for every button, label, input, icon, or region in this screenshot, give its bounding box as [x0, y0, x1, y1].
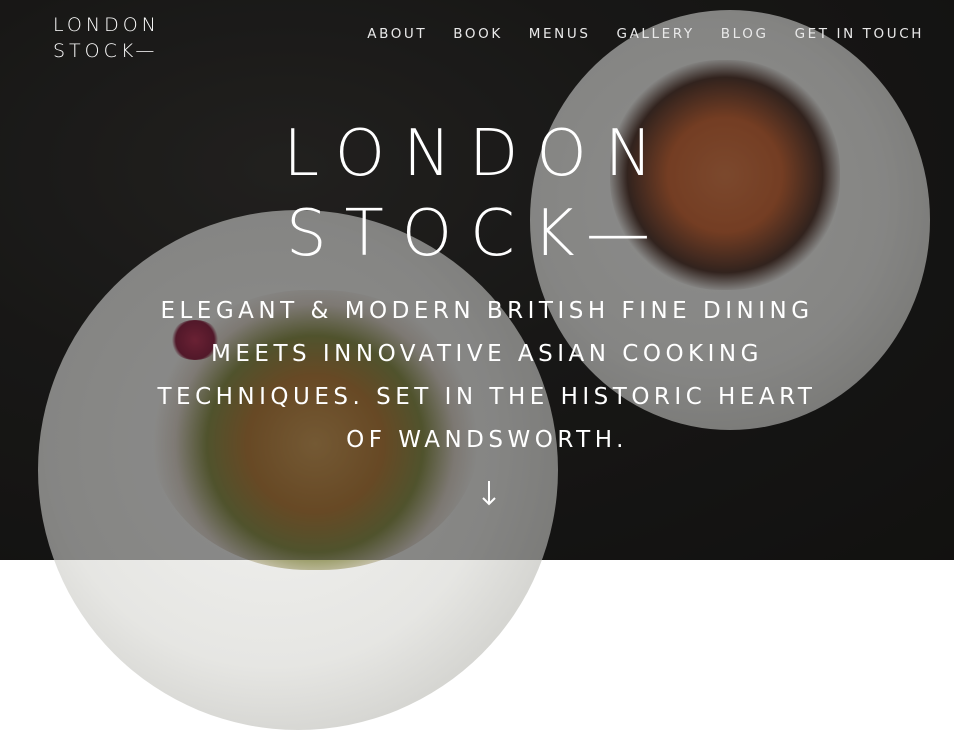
arrow-down-icon[interactable] — [477, 478, 501, 508]
dark-overlay — [0, 0, 954, 560]
nav-get-in-touch[interactable]: GET IN TOUCH — [795, 25, 924, 43]
site-logo[interactable]: LONDON STOCK— — [53, 12, 160, 64]
hero-title-line-1: LONDON — [283, 117, 671, 191]
logo-line-1: LONDON — [53, 14, 160, 36]
nav-book[interactable]: BOOK — [453, 25, 503, 43]
hero-title-line-2: STOCK— — [285, 197, 669, 271]
nav-about[interactable]: ABOUT — [367, 25, 427, 43]
logo-line-2: STOCK— — [53, 40, 159, 62]
hero-tagline: ELEGANT & MODERN BRITISH FINE DINING MEE… — [157, 298, 817, 453]
nav-blog[interactable]: BLOG — [721, 25, 769, 43]
main-nav: ABOUT BOOK MENUS GALLERY BLOG GET IN TOU… — [367, 25, 924, 43]
nav-gallery[interactable]: GALLERY — [617, 25, 695, 43]
nav-menus[interactable]: MENUS — [529, 25, 591, 43]
